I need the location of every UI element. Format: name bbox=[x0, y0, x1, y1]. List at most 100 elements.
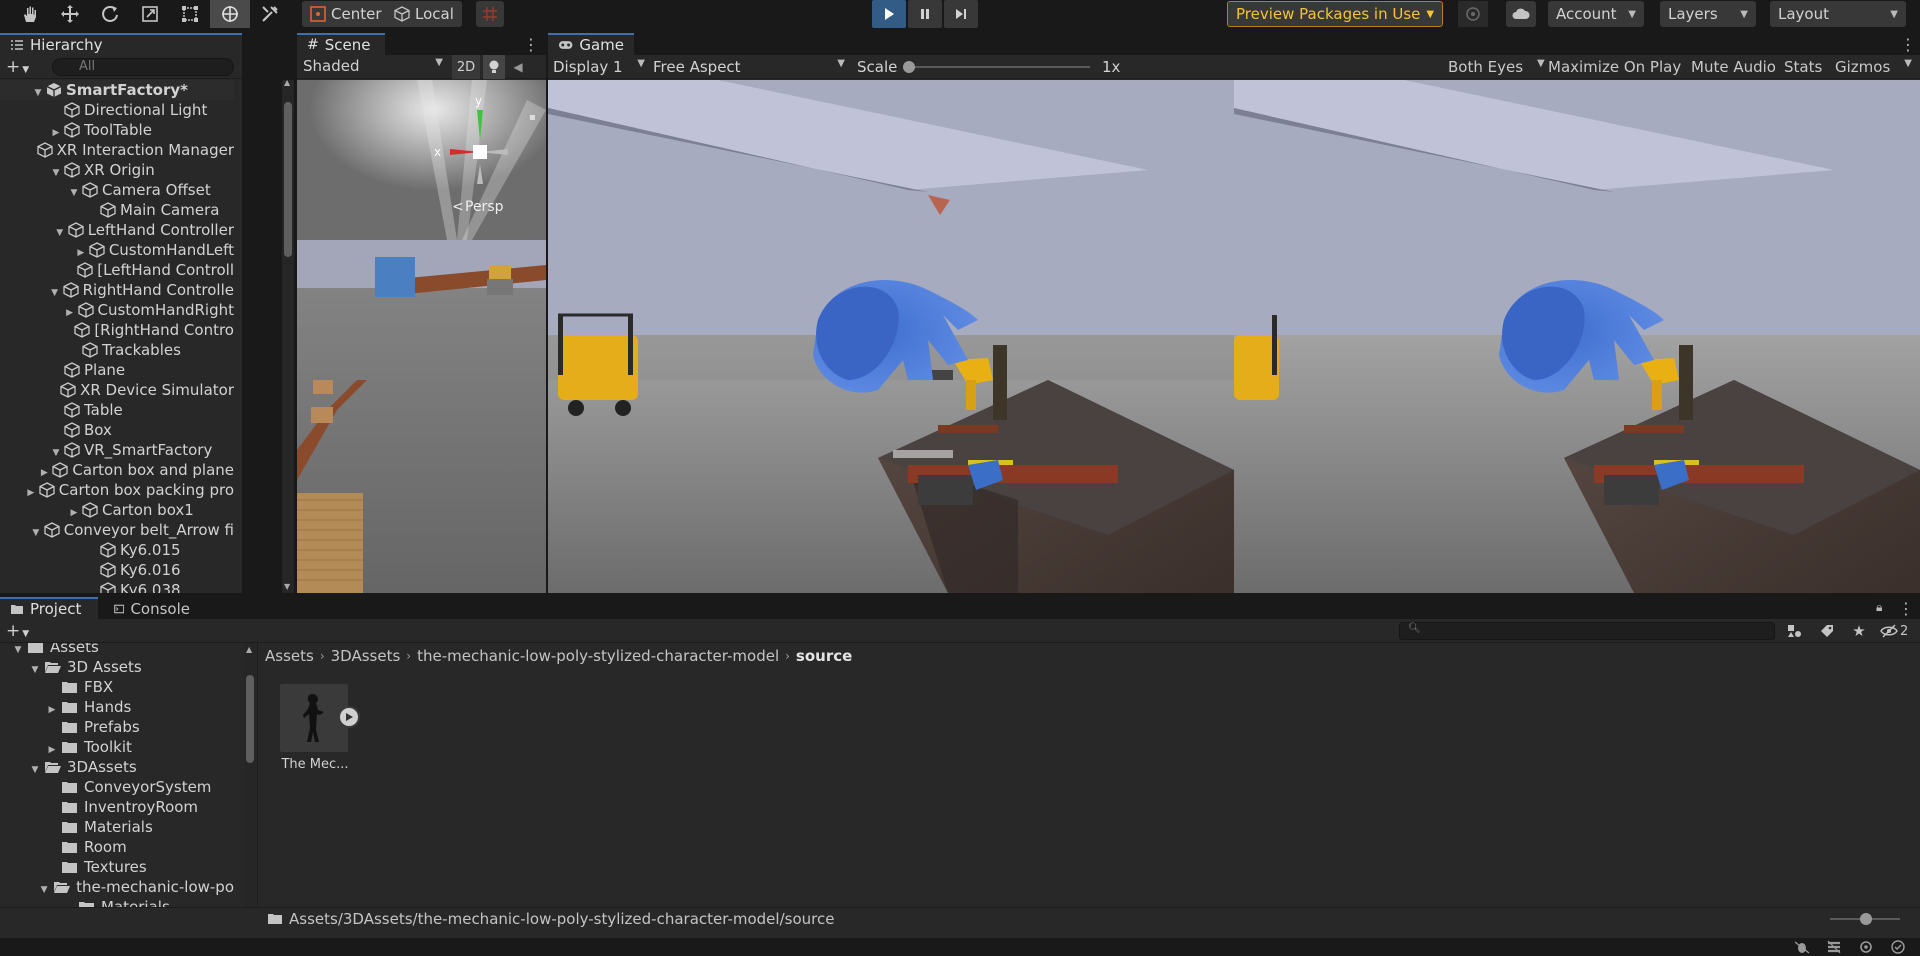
hand-tool-icon[interactable] bbox=[10, 0, 50, 28]
play-button[interactable] bbox=[872, 0, 906, 28]
transform-tool-icon[interactable] bbox=[210, 0, 250, 28]
breadcrumb-item[interactable]: the-mechanic-low-poly-stylized-character… bbox=[417, 647, 779, 665]
rect-tool-icon[interactable] bbox=[170, 0, 210, 28]
hierarchy-item[interactable]: ▼ LeftHand Controller bbox=[0, 220, 234, 240]
move-tool-icon[interactable] bbox=[50, 0, 90, 28]
expand-arrow-icon[interactable]: ▼ bbox=[49, 288, 61, 298]
expand-arrow-icon[interactable]: ▼ bbox=[12, 645, 24, 655]
scroll-down-icon[interactable]: ▼ bbox=[284, 582, 290, 591]
bug-icon[interactable] bbox=[1794, 940, 1812, 954]
grid-snap-toggle[interactable] bbox=[476, 1, 504, 27]
hierarchy-scrollbar[interactable]: ▲ ▼ bbox=[282, 78, 294, 593]
collapse-arrow-icon[interactable]: ▶ bbox=[75, 248, 87, 258]
scale-slider-track[interactable] bbox=[908, 66, 1090, 68]
project-folder-item[interactable]: InventroyRoom bbox=[0, 797, 234, 817]
hierarchy-scene-row[interactable]: ▼SmartFactory*⋮ bbox=[0, 80, 234, 100]
collapse-arrow-icon[interactable]: ▶ bbox=[38, 468, 50, 478]
project-folder-item[interactable]: ▼ the-mechanic-low-po bbox=[0, 877, 234, 897]
collapse-arrow-icon[interactable]: ▶ bbox=[64, 308, 76, 318]
step-button[interactable] bbox=[944, 0, 978, 28]
custom-tool-icon[interactable] bbox=[250, 0, 290, 28]
tab-console[interactable]: Console bbox=[104, 597, 200, 619]
create-asset-button[interactable]: + ▼ bbox=[6, 621, 29, 641]
hierarchy-item[interactable]: ▶ ToolTable bbox=[0, 120, 234, 140]
gizmos-dropdown[interactable]: Gizmos ▼ bbox=[1835, 58, 1912, 76]
tab-project[interactable]: Project bbox=[0, 597, 98, 619]
hierarchy-item[interactable]: ▶ Carton box packing pro bbox=[0, 480, 234, 500]
hierarchy-item[interactable]: Ky6.038 bbox=[0, 580, 234, 593]
scale-slider-thumb[interactable] bbox=[903, 61, 915, 73]
network-icon[interactable] bbox=[1858, 940, 1876, 954]
lock-icon[interactable]: 🔒︎ bbox=[1876, 600, 1882, 615]
expand-arrow-icon[interactable]: ▼ bbox=[50, 448, 62, 458]
hierarchy-item[interactable]: ▼ XR Origin bbox=[0, 160, 234, 180]
hierarchy-search-input[interactable]: All bbox=[52, 58, 234, 76]
hierarchy-item[interactable]: ▶ Carton box and plane bbox=[0, 460, 234, 480]
pivot-rotation-toggle[interactable]: Local bbox=[386, 1, 462, 27]
hierarchy-item[interactable]: Plane bbox=[0, 360, 234, 380]
lighting-toggle[interactable] bbox=[483, 55, 505, 79]
projection-label[interactable]: Persp bbox=[465, 199, 504, 215]
hierarchy-item[interactable]: Trackables bbox=[0, 340, 234, 360]
tab-game[interactable]: Game bbox=[548, 33, 634, 55]
breadcrumb-item[interactable]: source bbox=[796, 647, 852, 665]
hierarchy-item[interactable]: Directional Light bbox=[0, 100, 234, 120]
hierarchy-item[interactable]: ▶ CustomHandLeft bbox=[0, 240, 234, 260]
project-folder-item[interactable]: Room bbox=[0, 837, 234, 857]
hierarchy-item[interactable]: ▼ VR_SmartFactory bbox=[0, 440, 234, 460]
breadcrumb-item[interactable]: 3DAssets bbox=[331, 647, 401, 665]
shading-mode-dropdown[interactable]: Shaded ▼ bbox=[303, 57, 443, 77]
hidden-packages-toggle[interactable]: 2 bbox=[1880, 621, 1918, 641]
rotate-tool-icon[interactable] bbox=[90, 0, 130, 28]
hierarchy-item[interactable]: Ky6.016 bbox=[0, 560, 234, 580]
add-object-button[interactable]: + ▼ bbox=[6, 57, 29, 77]
cloud-button[interactable] bbox=[1506, 1, 1536, 27]
project-folder-item[interactable]: Materials bbox=[0, 817, 234, 837]
project-folder-item[interactable]: Prefabs bbox=[0, 717, 234, 737]
hierarchy-item[interactable]: Main Camera bbox=[0, 200, 234, 220]
scroll-up-icon[interactable]: ▲ bbox=[284, 78, 290, 87]
collapse-arrow-icon[interactable]: ▶ bbox=[68, 508, 80, 518]
expand-arrow-icon[interactable]: ▼ bbox=[50, 168, 62, 178]
layout-dropdown[interactable]: Layout ▼ bbox=[1770, 1, 1906, 27]
layers-dropdown[interactable]: Layers ▼ bbox=[1660, 1, 1756, 27]
cache-server-icon[interactable] bbox=[1826, 940, 1844, 954]
tab-scene[interactable]: # Scene bbox=[297, 33, 385, 55]
pause-button[interactable] bbox=[908, 0, 942, 28]
eyes-dropdown[interactable]: Both Eyes ▼ bbox=[1448, 58, 1545, 76]
hierarchy-item[interactable]: Box bbox=[0, 420, 234, 440]
hierarchy-item[interactable]: Table bbox=[0, 400, 234, 420]
game-viewport[interactable] bbox=[548, 80, 1920, 593]
project-folder-item[interactable]: ▶ Hands bbox=[0, 697, 234, 717]
pivot-mode-toggle[interactable]: Center bbox=[302, 1, 390, 27]
project-folder-item[interactable]: ConveyorSystem bbox=[0, 777, 234, 797]
project-tree-scrollbar[interactable]: ▲ ▼ bbox=[244, 643, 256, 920]
stats-toggle[interactable]: Stats bbox=[1784, 58, 1822, 76]
collapse-arrow-icon[interactable]: ▶ bbox=[46, 745, 58, 755]
display-dropdown[interactable]: Display 1 ▼ bbox=[553, 58, 645, 76]
hierarchy-item[interactable]: XR Device Simulator bbox=[0, 380, 234, 400]
hierarchy-item[interactable]: ▶ Carton box1 bbox=[0, 500, 234, 520]
hierarchy-item[interactable]: ▼ Conveyor belt_Arrow fi bbox=[0, 520, 234, 540]
expand-arrow-icon[interactable]: ▼ bbox=[38, 885, 50, 895]
more-menu-icon[interactable]: ⋮ bbox=[523, 35, 539, 54]
project-tree-scroll-thumb[interactable] bbox=[246, 675, 254, 763]
scene-viewport[interactable]: y x ▪ < Persp bbox=[297, 80, 546, 593]
expand-arrow-icon[interactable]: ▼ bbox=[54, 228, 66, 238]
aspect-dropdown[interactable]: Free Aspect ▼ bbox=[653, 58, 845, 76]
expand-arrow-icon[interactable]: ▼ bbox=[32, 88, 44, 98]
hierarchy-item[interactable]: ▼ RightHand Controlle bbox=[0, 280, 234, 300]
icon-size-slider-thumb[interactable] bbox=[1860, 913, 1872, 925]
tab-hierarchy[interactable]: Hierarchy bbox=[0, 33, 242, 55]
project-folder-item[interactable]: ▼ 3D Assets bbox=[0, 657, 234, 677]
project-folder-item[interactable]: ▶ Toolkit bbox=[0, 737, 234, 757]
more-menu-icon[interactable]: ⋮ bbox=[1898, 599, 1914, 618]
more-menu-icon[interactable]: ⋮ bbox=[1900, 35, 1916, 54]
hierarchy-item[interactable]: Ky6.015 bbox=[0, 540, 234, 560]
hierarchy-item[interactable]: ▶ CustomHandRight bbox=[0, 300, 234, 320]
scale-tool-icon[interactable] bbox=[130, 0, 170, 28]
asset-thumbnail[interactable] bbox=[280, 684, 360, 752]
expand-arrow-icon[interactable]: ▼ bbox=[68, 188, 80, 198]
expand-arrow-icon[interactable]: ▼ bbox=[29, 765, 41, 775]
scroll-up-icon[interactable]: ▲ bbox=[246, 645, 252, 654]
